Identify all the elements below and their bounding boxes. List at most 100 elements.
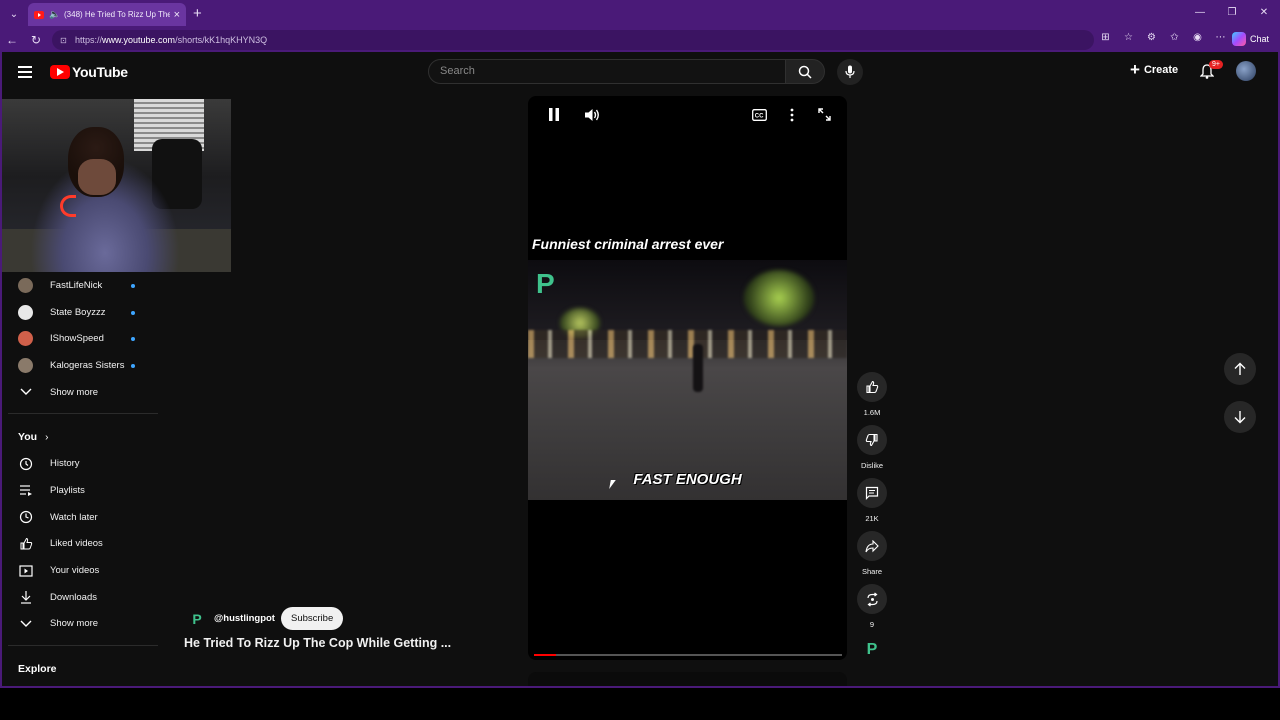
more-options-icon[interactable]: ⋯	[1209, 32, 1232, 43]
logo-text: YouTube	[72, 64, 128, 80]
new-content-dot	[131, 337, 135, 342]
sidebar-item-label: Kalogeras Sisters	[50, 359, 125, 371]
url-prefix: https://	[75, 35, 103, 45]
video-frame: P FAST ENOUGH	[528, 260, 847, 500]
copilot-button[interactable]: Chat	[1232, 32, 1269, 46]
sidebar-item-label: History	[50, 458, 80, 470]
subscribe-button[interactable]: Subscribe	[280, 607, 344, 630]
speaker-icon[interactable]: 🔈	[49, 9, 60, 20]
sidebar-item-playlists[interactable]: Playlists	[2, 477, 158, 504]
new-content-dot	[131, 284, 135, 288]
channel-avatar	[18, 331, 33, 347]
favorites-icon[interactable]: ✩	[1163, 32, 1186, 43]
search-input[interactable]: Search	[428, 59, 786, 84]
fullscreen-button[interactable]	[818, 108, 831, 126]
pause-button[interactable]	[548, 108, 560, 126]
address-bar-row: ← ↻ ⊡ https://www.youtube.com/shorts/kK1…	[0, 28, 1280, 52]
sidebar-show-more-subscriptions[interactable]: Show more	[2, 379, 158, 406]
comments-button[interactable]	[857, 478, 887, 508]
url-path: /shorts/kK1hqKHYN3Q	[175, 35, 268, 45]
share-button[interactable]	[857, 531, 887, 561]
sidebar-item-liked-videos[interactable]: Liked videos	[2, 531, 158, 558]
new-content-dot	[131, 310, 135, 315]
volume-button[interactable]	[584, 108, 601, 127]
extensions-icon[interactable]: ⚙	[1140, 32, 1163, 43]
sidebar-item-kalogeras-sisters[interactable]: Kalogeras Sisters	[2, 352, 158, 379]
arrow-down-icon	[1234, 411, 1246, 424]
copilot-label: Chat	[1250, 34, 1270, 44]
close-tab-icon[interactable]: ×	[174, 9, 180, 21]
sidebar-item-label: Liked videos	[50, 538, 103, 550]
back-icon[interactable]: ←	[0, 33, 24, 47]
remix-button[interactable]	[857, 584, 887, 614]
sidebar-item-downloads[interactable]: Downloads	[2, 584, 158, 611]
closed-captions-icon: CC	[752, 109, 767, 121]
fullscreen-icon	[818, 108, 831, 121]
app-available-icon[interactable]: ⊞	[1094, 32, 1117, 43]
sidebar-item-fastlifenick[interactable]: FastLifeNick	[2, 272, 158, 299]
thumbs-down-icon	[865, 433, 878, 447]
search-icon	[798, 65, 812, 79]
notifications-button[interactable]: 9+	[1199, 60, 1223, 84]
more-actions-button[interactable]	[790, 108, 794, 127]
sidebar-item-label: Watch later	[50, 511, 98, 523]
sidebar-item-your-videos[interactable]: Your videos	[2, 557, 158, 584]
playlists-icon	[18, 482, 34, 498]
youtube-play-icon	[50, 65, 70, 79]
comment-icon	[865, 486, 879, 500]
profile-icon[interactable]: ◉	[1186, 32, 1209, 43]
refresh-icon[interactable]: ↻	[24, 33, 48, 47]
tab-title: (348) He Tried To Rizz Up The	[64, 10, 170, 19]
youtube-logo[interactable]: YouTube	[50, 64, 128, 80]
sidebar-show-more-you[interactable]: Show more	[2, 611, 158, 638]
your-videos-icon	[18, 563, 34, 579]
sidebar-item-history[interactable]: History	[2, 450, 158, 477]
channel-thumbnail[interactable]: P	[859, 637, 885, 663]
you-heading-label: You	[18, 431, 38, 444]
channel-avatar[interactable]: P	[188, 610, 206, 628]
restore-icon[interactable]: ❐	[1216, 0, 1248, 28]
frame-bottom	[0, 686, 1280, 688]
more-vertical-icon	[790, 108, 794, 122]
site-info-icon[interactable]: ⊡	[60, 36, 69, 45]
guide-menu-icon[interactable]	[18, 66, 32, 78]
search-button[interactable]	[785, 59, 825, 84]
favorite-star-icon[interactable]: ☆	[1117, 32, 1140, 43]
dislike-button[interactable]	[857, 425, 887, 455]
notification-badge: 9+	[1209, 60, 1223, 69]
window-controls: — ❐ ✕	[1184, 0, 1280, 28]
downloads-icon	[18, 589, 34, 605]
browser-toolbar: ⊞ ☆ ⚙ ✩ ◉ ⋯	[1094, 32, 1232, 43]
close-window-icon[interactable]: ✕	[1248, 0, 1280, 28]
copilot-icon	[1232, 32, 1246, 46]
shorts-player[interactable]: CC Funniest criminal arrest ever P FAST …	[528, 96, 847, 660]
sidebar-item-watch-later[interactable]: Watch later	[2, 504, 158, 531]
next-short-button[interactable]	[1224, 401, 1256, 433]
chevron-down-icon	[18, 616, 34, 632]
voice-search-button[interactable]	[837, 59, 863, 85]
sidebar-item-ishowspeed[interactable]: IShowSpeed	[2, 325, 158, 352]
dislike-label: Dislike	[860, 461, 884, 470]
explore-heading-label: Explore	[18, 663, 57, 676]
shorts-actions: 1.6M Dislike 21K Share 9 P	[854, 372, 890, 663]
sidebar-item-state-boyzzz[interactable]: State Boyzzz	[2, 299, 158, 326]
browser-tab[interactable]: 🔈 (348) He Tried To Rizz Up The ×	[28, 3, 186, 26]
url-field[interactable]: ⊡ https://www.youtube.com/shorts/kK1hqKH…	[52, 30, 1094, 50]
previous-short-button[interactable]	[1224, 353, 1256, 385]
captions-button[interactable]: CC	[752, 108, 767, 126]
channel-handle[interactable]: @hustlingpot	[214, 613, 275, 624]
create-button[interactable]: + Create	[1130, 61, 1178, 78]
short-title[interactable]: He Tried To Rizz Up The Cop While Gettin…	[184, 636, 451, 650]
sidebar-item-label: Your videos	[50, 565, 100, 577]
minimize-icon[interactable]: —	[1184, 0, 1216, 28]
like-count: 1.6M	[863, 408, 881, 417]
account-avatar[interactable]	[1236, 61, 1256, 81]
new-tab-icon[interactable]: +	[193, 5, 202, 22]
like-button[interactable]	[857, 372, 887, 402]
progress-bar[interactable]	[534, 654, 842, 656]
channel-avatar	[18, 277, 33, 293]
tab-actions-menu-icon[interactable]: ⌄	[2, 4, 26, 24]
sidebar-you-heading[interactable]: You ›	[2, 424, 158, 450]
channel-watermark: P	[536, 268, 555, 299]
sidebar-item-label: Show more	[50, 618, 99, 630]
